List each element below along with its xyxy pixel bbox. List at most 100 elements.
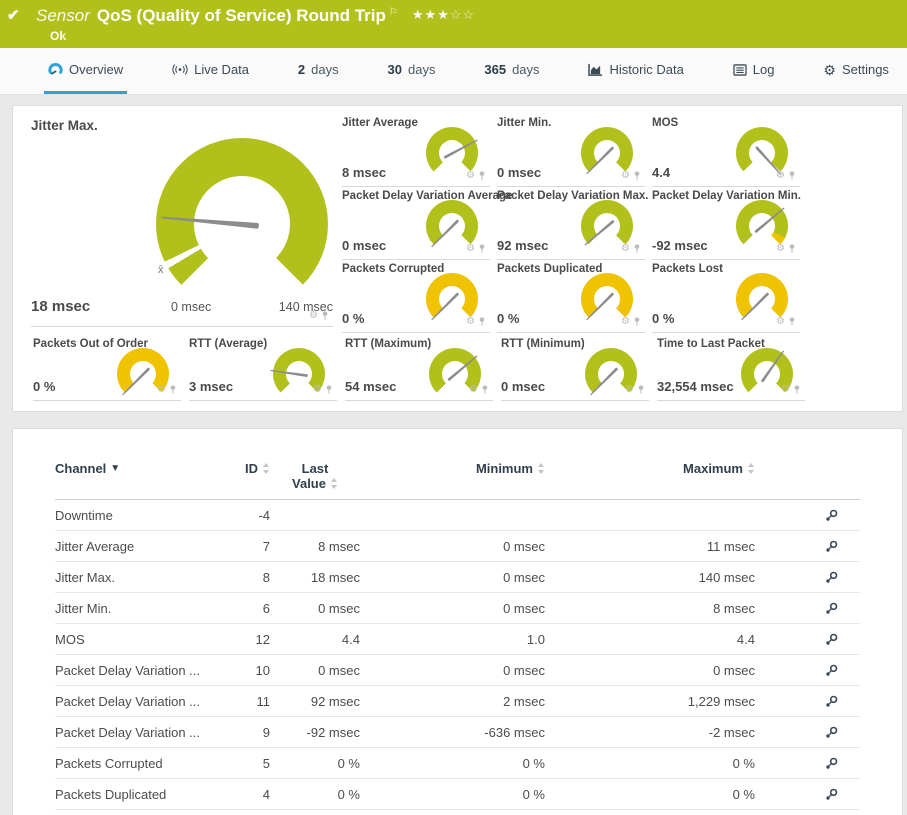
gear-icon[interactable]: ⚙ xyxy=(466,171,475,181)
pin-icon[interactable] xyxy=(633,316,641,327)
gear-icon[interactable]: ⚙ xyxy=(781,385,790,395)
pin-icon[interactable] xyxy=(788,316,796,327)
edit-channel-icon[interactable] xyxy=(825,757,838,770)
star-icon[interactable]: ☆ xyxy=(450,7,463,22)
gear-icon[interactable]: ⚙ xyxy=(466,244,475,254)
gear-icon[interactable]: ⚙ xyxy=(621,317,630,327)
edit-channel-icon[interactable] xyxy=(825,726,838,739)
gauge-value: 92 msec xyxy=(497,238,548,253)
edit-channel-icon[interactable] xyxy=(825,788,838,801)
gauge-value: 0 % xyxy=(652,311,674,326)
pin-icon[interactable] xyxy=(478,316,486,327)
table-row-mos[interactable]: MOS124.41.04.4 xyxy=(55,624,860,655)
edit-channel-icon[interactable] xyxy=(825,695,838,708)
gear-icon[interactable]: ⚙ xyxy=(776,317,785,327)
tab-2-days[interactable]: 2days xyxy=(294,48,343,94)
cell-last-value: 4.4 xyxy=(270,632,360,647)
cell-channel: Jitter Average xyxy=(55,539,220,554)
cell-channel: Packets Corrupted xyxy=(55,756,220,771)
gauge-label: Packet Delay Variation Max. xyxy=(497,190,649,202)
column-header-maximum[interactable]: Maximum xyxy=(545,461,755,476)
gauge-value: 18 msec xyxy=(31,298,90,315)
cell-id: 8 xyxy=(220,570,270,585)
gauge-value: 0 % xyxy=(342,311,364,326)
tab-overview[interactable]: Overview xyxy=(44,48,127,94)
cell-minimum: 0 msec xyxy=(360,570,545,585)
star-icon[interactable]: ★ xyxy=(425,7,438,22)
cell-last-value: 92 msec xyxy=(270,694,360,709)
cell-channel: Packet Delay Variation ... xyxy=(55,663,220,678)
gear-icon[interactable]: ⚙ xyxy=(621,244,630,254)
pin-icon[interactable] xyxy=(637,384,645,395)
gauge-cell-jitter-min: Jitter Min.0 msec⚙ xyxy=(497,114,645,187)
gauge-label: Jitter Max. xyxy=(31,118,98,133)
edit-channel-icon[interactable] xyxy=(825,540,838,553)
tab-30-days[interactable]: 30days xyxy=(384,48,440,94)
flag-icon[interactable]: ⚐ xyxy=(389,7,398,18)
edit-channel-icon[interactable] xyxy=(825,664,838,677)
tab-settings[interactable]: ⚙Settings xyxy=(819,48,893,94)
table-row-downtime[interactable]: Downtime-4 xyxy=(55,500,860,531)
tab-365-days[interactable]: 365days xyxy=(480,48,543,94)
edit-channel-icon[interactable] xyxy=(825,633,838,646)
table-row-packets-duplicated[interactable]: Packets Duplicated40 %0 %0 % xyxy=(55,779,860,810)
gear-icon[interactable]: ⚙ xyxy=(776,244,785,254)
gauge-cell-packets-out-of-order: Packets Out of Order0 %⚙ xyxy=(33,335,181,401)
pin-icon[interactable] xyxy=(633,170,641,181)
edit-channel-icon[interactable] xyxy=(825,509,838,522)
edit-channel-icon[interactable] xyxy=(825,571,838,584)
column-header-minimum[interactable]: Minimum xyxy=(360,461,545,476)
gear-icon[interactable]: ⚙ xyxy=(621,171,630,181)
gauge-cell-packets-corrupted: Packets Corrupted 0 % ⚙ xyxy=(342,260,490,333)
gauge-label: Time to Last Packet xyxy=(657,338,765,350)
edit-channel-icon[interactable] xyxy=(825,602,838,615)
pin-icon[interactable] xyxy=(788,243,796,254)
gauge-label: Packets Lost xyxy=(652,263,723,275)
gear-icon[interactable]: ⚙ xyxy=(776,171,785,181)
column-header-channel[interactable]: Channel▼ xyxy=(55,461,220,476)
cell-maximum: -2 msec xyxy=(545,725,755,740)
table-row-jitter-average[interactable]: Jitter Average78 msec0 msec11 msec xyxy=(55,531,860,562)
gear-icon[interactable]: ⚙ xyxy=(157,385,166,395)
table-row-packet-delay-variation[interactable]: Packet Delay Variation ...100 msec0 msec… xyxy=(55,655,860,686)
column-header-last-value[interactable]: Last Value xyxy=(270,461,360,491)
gear-icon: ⚙ xyxy=(823,63,836,77)
pin-icon[interactable] xyxy=(633,243,641,254)
star-icon[interactable]: ☆ xyxy=(463,7,476,22)
pin-icon[interactable] xyxy=(325,384,333,395)
gear-icon[interactable]: ⚙ xyxy=(625,385,634,395)
table-row-jitter-max[interactable]: Jitter Max.818 msec0 msec140 msec xyxy=(55,562,860,593)
column-header-id[interactable]: ID xyxy=(220,461,270,476)
pin-icon[interactable] xyxy=(169,384,177,395)
gauge-label: Packets Corrupted xyxy=(342,263,444,275)
table-row-jitter-min[interactable]: Jitter Min.60 msec0 msec8 msec xyxy=(55,593,860,624)
pin-icon[interactable] xyxy=(788,170,796,181)
gauge-cell-time-to-last-packet: Time to Last Packet32,554 msec⚙ xyxy=(657,335,805,401)
pin-icon[interactable] xyxy=(481,384,489,395)
table-row-packets-corrupted[interactable]: Packets Corrupted50 %0 %0 % xyxy=(55,748,860,779)
gauge-label: Packet Delay Variation Min. xyxy=(652,190,801,202)
star-icon[interactable]: ★ xyxy=(412,7,425,22)
tab-live-data[interactable]: Live Data xyxy=(168,48,253,94)
gear-icon[interactable]: ⚙ xyxy=(466,317,475,327)
star-icon[interactable]: ★ xyxy=(437,7,450,22)
pin-icon[interactable] xyxy=(478,170,486,181)
table-row-packet-delay-variation[interactable]: Packet Delay Variation ...1192 msec2 mse… xyxy=(55,686,860,717)
gear-icon[interactable]: ⚙ xyxy=(309,311,318,321)
pin-icon[interactable] xyxy=(478,243,486,254)
pin-icon[interactable] xyxy=(321,310,329,321)
cell-last-value: 0 % xyxy=(270,787,360,802)
tab-historic-data[interactable]: Historic Data xyxy=(584,48,687,94)
cell-channel: Packets Duplicated xyxy=(55,787,220,802)
gauge-label: Jitter Average xyxy=(342,117,418,129)
tab-log[interactable]: Log xyxy=(729,48,779,94)
cell-maximum: 11 msec xyxy=(545,539,755,554)
gauge-label: Packets Duplicated xyxy=(497,263,602,275)
gauge-value: 54 msec xyxy=(345,379,396,394)
priority-stars[interactable]: ★★★☆☆ xyxy=(412,7,475,22)
table-row-packet-delay-variation[interactable]: Packet Delay Variation ...9-92 msec-636 … xyxy=(55,717,860,748)
gear-icon[interactable]: ⚙ xyxy=(469,385,478,395)
cell-maximum: 140 msec xyxy=(545,570,755,585)
pin-icon[interactable] xyxy=(793,384,801,395)
gear-icon[interactable]: ⚙ xyxy=(313,385,322,395)
